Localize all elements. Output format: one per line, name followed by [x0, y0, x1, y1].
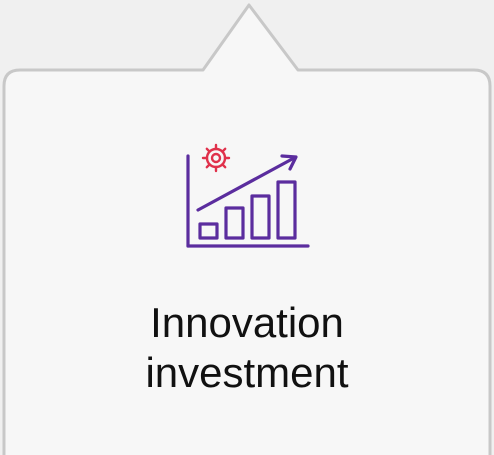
card-title-line-2: investment	[145, 349, 349, 396]
growth-chart-with-gear-icon	[182, 142, 312, 254]
card-title: Innovation investment	[145, 298, 348, 398]
callout-content: Innovation investment	[0, 70, 494, 455]
card-title-line-1: Innovation	[150, 299, 344, 346]
innovation-investment-callout: Innovation investment	[0, 0, 494, 455]
bar-chart-icon	[186, 154, 310, 248]
gear-icon	[201, 143, 231, 173]
